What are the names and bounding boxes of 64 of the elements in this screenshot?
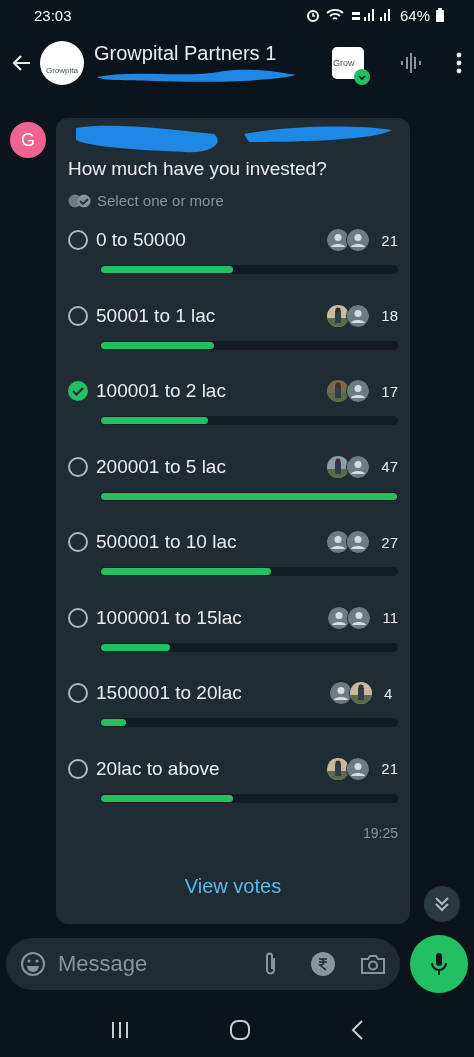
option-checkbox[interactable] [68, 381, 88, 401]
option-checkbox[interactable] [68, 683, 88, 703]
default-avatar-icon [327, 229, 350, 251]
default-avatar-icon [347, 229, 370, 251]
vote-count: 4 [384, 684, 394, 702]
microphone-button[interactable] [410, 935, 468, 993]
default-avatar-icon [347, 380, 370, 402]
default-avatar-icon [347, 304, 370, 327]
option-label[interactable]: 20lac to above [96, 757, 323, 780]
check-icon [71, 384, 85, 398]
microphone-icon [429, 951, 449, 977]
clock-time: 23:03 [34, 6, 72, 24]
verified-icon [354, 69, 370, 85]
default-avatar-icon [347, 455, 370, 478]
option-checkbox[interactable] [68, 607, 88, 628]
default-avatar-icon [347, 531, 370, 553]
option-label[interactable]: 1000001 to 15lac [96, 606, 324, 629]
vote-count: 27 [381, 533, 398, 551]
default-avatar-icon [348, 606, 371, 629]
default-avatar-icon [328, 606, 351, 629]
vote-count: 18 [381, 307, 398, 324]
chat-title[interactable]: Growpital Partners 1 [94, 41, 326, 65]
message-field[interactable]: Message [6, 938, 400, 990]
option-checkbox[interactable] [68, 305, 88, 326]
home-button[interactable] [229, 1018, 251, 1041]
option-label[interactable]: 100001 to 2 lac [96, 380, 323, 402]
camera-icon[interactable] [360, 952, 386, 976]
default-avatar-icon [327, 531, 350, 553]
vote-count: 21 [381, 231, 398, 249]
message-input[interactable]: Message [56, 950, 252, 978]
recent-apps-button[interactable] [109, 1020, 130, 1039]
message-time: 19:25 [362, 825, 398, 841]
vote-count: 21 [381, 760, 398, 777]
double-chevron-down-icon [433, 895, 451, 913]
default-avatar-icon [347, 757, 370, 780]
view-votes-button[interactable]: View votes [174, 871, 292, 902]
battery-icon [436, 8, 444, 22]
vote-count: 11 [382, 609, 398, 626]
option-label[interactable]: 0 to 50000 [96, 229, 323, 251]
option-label[interactable]: 50001 to 1 lac [96, 304, 323, 327]
option-checkbox[interactable] [68, 758, 88, 779]
vote-count: 47 [381, 458, 398, 475]
vote-count: 17 [381, 382, 398, 400]
option-label[interactable]: 200001 to 5 lac [96, 455, 323, 478]
alarm-icon [305, 8, 320, 22]
poll-question: How much have you invested? [68, 158, 328, 180]
group-avatar[interactable]: Growpita [40, 41, 84, 85]
battery-percentage: 64% [399, 6, 430, 24]
voice-chat-button[interactable] [400, 51, 422, 75]
double-check-icon [68, 193, 92, 208]
rupee-icon[interactable] [310, 951, 336, 977]
option-label[interactable]: 500001 to 10 lac [96, 531, 323, 553]
option-label[interactable]: 1500001 to 20lac [96, 682, 325, 704]
back-nav-button[interactable] [350, 1018, 365, 1041]
option-checkbox[interactable] [68, 532, 88, 552]
option-checkbox[interactable] [68, 230, 88, 250]
scroll-down-button[interactable] [424, 886, 460, 922]
poll-hint: Select one or more [97, 192, 224, 209]
option-checkbox[interactable] [68, 456, 88, 477]
menu-button[interactable] [456, 52, 462, 74]
default-avatar-icon [330, 682, 352, 704]
wifi-icon [325, 8, 344, 22]
group-icon[interactable]: Grow [332, 47, 364, 79]
emoji-icon[interactable] [20, 951, 46, 977]
